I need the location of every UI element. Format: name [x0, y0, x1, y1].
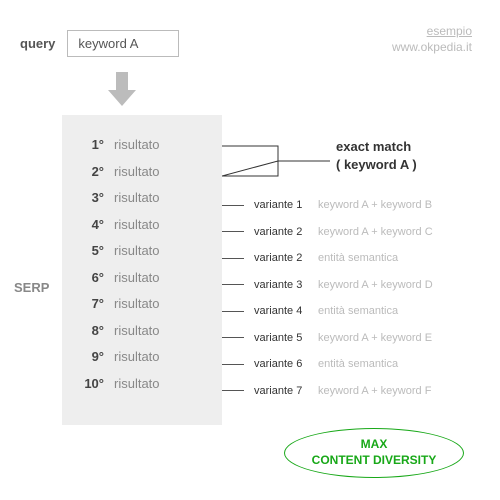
serp-label: SERP [14, 280, 49, 295]
variant-label: variante 7 [254, 385, 312, 397]
serp-box: 1° risultato 2° risultato 3° risultato 4° ri… [62, 115, 222, 425]
variant-row: variante 2 keyword A + keyword C [222, 219, 433, 246]
variant-detail: keyword A + keyword B [318, 199, 432, 211]
connector-line [222, 311, 244, 312]
variant-detail: entità semantica [318, 305, 398, 317]
result-label: risultato [114, 349, 160, 364]
credit-block: esempio www.okpedia.it [392, 24, 472, 55]
connector-line [222, 364, 244, 365]
rank: 3° [74, 190, 104, 205]
serp-row: 4° risultato [74, 217, 210, 244]
connector-line [222, 258, 244, 259]
credit-esempio: esempio [392, 24, 472, 40]
variant-row: variante 4 entità semantica [222, 298, 433, 325]
result-label: risultato [114, 137, 160, 152]
rank: 6° [74, 270, 104, 285]
result-label: risultato [114, 270, 160, 285]
result-label: risultato [114, 217, 160, 232]
variant-row: variante 6 entità semantica [222, 351, 433, 378]
variant-row: variante 7 keyword A + keyword F [222, 378, 433, 405]
result-label: risultato [114, 164, 160, 179]
rank: 2° [74, 164, 104, 179]
result-label: risultato [114, 296, 160, 311]
oval-line1: MAX [312, 437, 437, 453]
oval-line2: CONTENT DIVERSITY [312, 453, 437, 469]
result-label: risultato [114, 323, 160, 338]
variant-row: variante 3 keyword A + keyword D [222, 272, 433, 299]
serp-row: 2° risultato [74, 164, 210, 191]
max-diversity-callout: MAX CONTENT DIVERSITY [284, 428, 464, 478]
variant-detail: keyword A + keyword F [318, 385, 431, 397]
variant-detail: keyword A + keyword D [318, 279, 433, 291]
variant-detail: entità semantica [318, 358, 398, 370]
variant-label: variante 1 [254, 199, 312, 211]
variant-row: variante 5 keyword A + keyword E [222, 325, 433, 352]
variant-label: variante 6 [254, 358, 312, 370]
serp-row: 10° risultato [74, 376, 210, 403]
variant-label: variante 3 [254, 279, 312, 291]
connector-line [222, 205, 244, 206]
rank: 1° [74, 137, 104, 152]
rank: 9° [74, 349, 104, 364]
variant-row: variante 1 keyword A + keyword B [222, 192, 433, 219]
credit-url: www.okpedia.it [392, 40, 472, 56]
variant-detail: keyword A + keyword E [318, 332, 432, 344]
serp-row: 5° risultato [74, 243, 210, 270]
query-label: query [20, 36, 55, 51]
rank: 5° [74, 243, 104, 258]
connector-line [222, 284, 244, 285]
result-label: risultato [114, 190, 160, 205]
query-value-box: keyword A [67, 30, 179, 57]
connector-line [222, 390, 244, 391]
rank: 7° [74, 296, 104, 311]
serp-row: 8° risultato [74, 323, 210, 350]
variant-label: variante 4 [254, 305, 312, 317]
variant-label: variante 2 [254, 226, 312, 238]
result-label: risultato [114, 243, 160, 258]
variant-row: variante 2 entità semantica [222, 245, 433, 272]
arrow-down-icon [104, 70, 140, 113]
connector-line [222, 337, 244, 338]
rank: 8° [74, 323, 104, 338]
variants-column: variante 1 keyword A + keyword B variante… [222, 115, 433, 404]
serp-row: 9° risultato [74, 349, 210, 376]
variant-detail: entità semantica [318, 252, 398, 264]
serp-row: 7° risultato [74, 296, 210, 323]
serp-row: 3° risultato [74, 190, 210, 217]
serp-row: 1° risultato [74, 137, 210, 164]
variant-detail: keyword A + keyword C [318, 226, 433, 238]
rank: 10° [74, 376, 104, 391]
connector-line [222, 231, 244, 232]
variant-label: variante 2 [254, 252, 312, 264]
variant-label: variante 5 [254, 332, 312, 344]
rank: 4° [74, 217, 104, 232]
serp-row: 6° risultato [74, 270, 210, 297]
result-label: risultato [114, 376, 160, 391]
